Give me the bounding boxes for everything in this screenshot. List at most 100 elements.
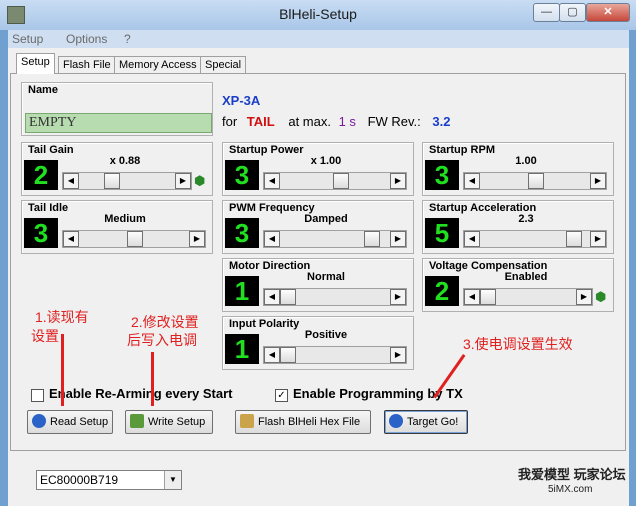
scroll-right-icon[interactable]: ▶ bbox=[590, 173, 606, 189]
startup-rpm-digit: 3 bbox=[425, 160, 459, 190]
pwm-frequency-value: Damped bbox=[304, 213, 348, 225]
voltage-compensation-digit: 2 bbox=[425, 276, 459, 306]
atmax-value: 1 s bbox=[338, 114, 356, 129]
name-field[interactable]: EMPTY bbox=[25, 113, 212, 133]
tab-setup[interactable]: Setup bbox=[16, 53, 55, 74]
slider-thumb[interactable] bbox=[528, 173, 544, 189]
menu-setup[interactable]: Setup bbox=[12, 32, 43, 46]
esc-info-line: for TAIL at max. 1 s FW Rev.: 3.2 bbox=[222, 114, 450, 129]
tail-gain-value: x 0.88 bbox=[109, 155, 141, 167]
startup-rpm-slider[interactable]: ◀ ▶ bbox=[463, 172, 607, 190]
startup-acceleration-group: Startup Acceleration 2.3 5 ◀ ▶ bbox=[422, 200, 614, 254]
scroll-left-icon[interactable]: ◀ bbox=[264, 231, 280, 247]
fw-label: FW Rev.: bbox=[367, 114, 421, 129]
voltage-compensation-slider[interactable]: ◀ ▶ bbox=[463, 288, 593, 306]
scroll-right-icon[interactable]: ▶ bbox=[590, 231, 606, 247]
status-bar: EC80000B719 ▼ 我爱模型 玩家论坛 5iMX.com bbox=[8, 458, 629, 506]
startup-acceleration-value: 2.3 bbox=[518, 213, 534, 225]
slider-thumb[interactable] bbox=[127, 231, 143, 247]
pwm-frequency-group: PWM Frequency Damped 3 ◀ ▶ bbox=[222, 200, 414, 254]
watermark-title: 我爱模型 玩家论坛 bbox=[518, 467, 626, 482]
tail-idle-slider[interactable]: ◀ ▶ bbox=[62, 230, 206, 248]
startup-power-slider[interactable]: ◀ ▶ bbox=[263, 172, 407, 190]
menu-options[interactable]: Options bbox=[66, 32, 107, 46]
slider-thumb[interactable] bbox=[280, 347, 296, 363]
tab-memory-access[interactable]: Memory Access bbox=[114, 56, 202, 74]
voltage-compensation-value: Enabled bbox=[504, 271, 548, 283]
motor-direction-value: Normal bbox=[307, 271, 345, 283]
annotation-1-line2: 设置 bbox=[31, 328, 59, 344]
annotation-1-line1: 1.读现有 bbox=[35, 309, 89, 325]
scroll-left-icon[interactable]: ◀ bbox=[464, 231, 480, 247]
setup-panel: Name EMPTY XP-3A for TAIL at max. 1 s FW… bbox=[10, 73, 626, 451]
tail-idle-digit: 3 bbox=[24, 218, 58, 248]
scroll-left-icon[interactable]: ◀ bbox=[63, 173, 79, 189]
startup-power-digit: 3 bbox=[225, 160, 259, 190]
motor-direction-digit: 1 bbox=[225, 276, 259, 306]
slider-thumb[interactable] bbox=[480, 289, 496, 305]
rearm-label: Enable Re-Arming every Start bbox=[49, 386, 233, 401]
default-reset-icon[interactable]: ⬢ bbox=[194, 174, 208, 188]
tail-idle-group: Tail Idle Medium 3 ◀ ▶ bbox=[21, 200, 213, 254]
annotation-arrow-2 bbox=[151, 352, 154, 406]
read-setup-button[interactable]: Read Setup bbox=[27, 410, 113, 434]
startup-acceleration-slider[interactable]: ◀ ▶ bbox=[463, 230, 607, 248]
default-reset-icon[interactable]: ⬢ bbox=[595, 290, 609, 304]
name-label: Name bbox=[28, 84, 58, 96]
annotation-3: 3.使电调设置生效 bbox=[463, 336, 573, 352]
tab-special[interactable]: Special bbox=[200, 56, 247, 74]
port-select[interactable]: EC80000B719 ▼ bbox=[36, 470, 182, 490]
slider-thumb[interactable] bbox=[566, 231, 582, 247]
tail-idle-value: Medium bbox=[104, 213, 146, 225]
scroll-right-icon[interactable]: ▶ bbox=[390, 347, 406, 363]
flash-hex-button[interactable]: Flash BlHeli Hex File bbox=[235, 410, 371, 434]
programming-checkbox[interactable]: ✓ bbox=[275, 389, 288, 402]
read-icon bbox=[32, 414, 46, 428]
close-button[interactable]: ✕ bbox=[586, 3, 630, 22]
scroll-right-icon[interactable]: ▶ bbox=[390, 231, 406, 247]
startup-power-value: x 1.00 bbox=[310, 155, 342, 167]
startup-power-group: Startup Power x 1.00 3 ◀ ▶ bbox=[222, 142, 414, 196]
write-setup-button[interactable]: Write Setup bbox=[125, 410, 213, 434]
port-value: EC80000B719 bbox=[40, 473, 119, 487]
scroll-left-icon[interactable]: ◀ bbox=[264, 289, 280, 305]
atmax-label: at max. bbox=[288, 114, 331, 129]
scroll-left-icon[interactable]: ◀ bbox=[464, 173, 480, 189]
scroll-left-icon[interactable]: ◀ bbox=[264, 173, 280, 189]
scroll-right-icon[interactable]: ▶ bbox=[175, 173, 191, 189]
rearm-checkbox[interactable] bbox=[31, 389, 44, 402]
scroll-right-icon[interactable]: ▶ bbox=[390, 289, 406, 305]
watermark-site: 5iMX.com bbox=[548, 484, 593, 495]
input-polarity-value: Positive bbox=[304, 329, 348, 341]
slider-thumb[interactable] bbox=[333, 173, 349, 189]
input-polarity-slider[interactable]: ◀ ▶ bbox=[263, 346, 407, 364]
menu-bar: Setup Options ? bbox=[8, 30, 629, 48]
slider-thumb[interactable] bbox=[364, 231, 380, 247]
target-go-button[interactable]: Target Go! bbox=[384, 410, 468, 434]
menu-help[interactable]: ? bbox=[124, 32, 131, 46]
minimize-button[interactable]: — bbox=[533, 3, 560, 22]
mode-value: TAIL bbox=[246, 114, 275, 129]
scroll-right-icon[interactable]: ▶ bbox=[390, 173, 406, 189]
tab-flash-file[interactable]: Flash File bbox=[58, 56, 116, 74]
input-polarity-digit: 1 bbox=[225, 334, 259, 364]
startup-rpm-value: 1.00 bbox=[515, 155, 537, 167]
voltage-compensation-group: Voltage Compensation Enabled 2 ◀ ▶ ⬢ bbox=[422, 258, 614, 312]
flash-icon bbox=[240, 414, 254, 428]
motor-direction-slider[interactable]: ◀ ▶ bbox=[263, 288, 407, 306]
scroll-right-icon[interactable]: ▶ bbox=[189, 231, 205, 247]
input-polarity-group: Input Polarity Positive 1 ◀ ▶ bbox=[222, 316, 414, 370]
tail-gain-slider[interactable]: ◀ ▶ bbox=[62, 172, 192, 190]
chevron-down-icon[interactable]: ▼ bbox=[164, 471, 181, 489]
annotation-arrow-1 bbox=[61, 334, 64, 406]
slider-thumb[interactable] bbox=[104, 173, 120, 189]
pwm-frequency-slider[interactable]: ◀ ▶ bbox=[263, 230, 407, 248]
scroll-left-icon[interactable]: ◀ bbox=[63, 231, 79, 247]
scroll-right-icon[interactable]: ▶ bbox=[576, 289, 592, 305]
scroll-left-icon[interactable]: ◀ bbox=[264, 347, 280, 363]
startup-rpm-group: Startup RPM 1.00 3 ◀ ▶ bbox=[422, 142, 614, 196]
maximize-button[interactable]: ▢ bbox=[559, 3, 586, 22]
slider-thumb[interactable] bbox=[280, 289, 296, 305]
play-icon bbox=[389, 414, 403, 428]
scroll-left-icon[interactable]: ◀ bbox=[464, 289, 480, 305]
